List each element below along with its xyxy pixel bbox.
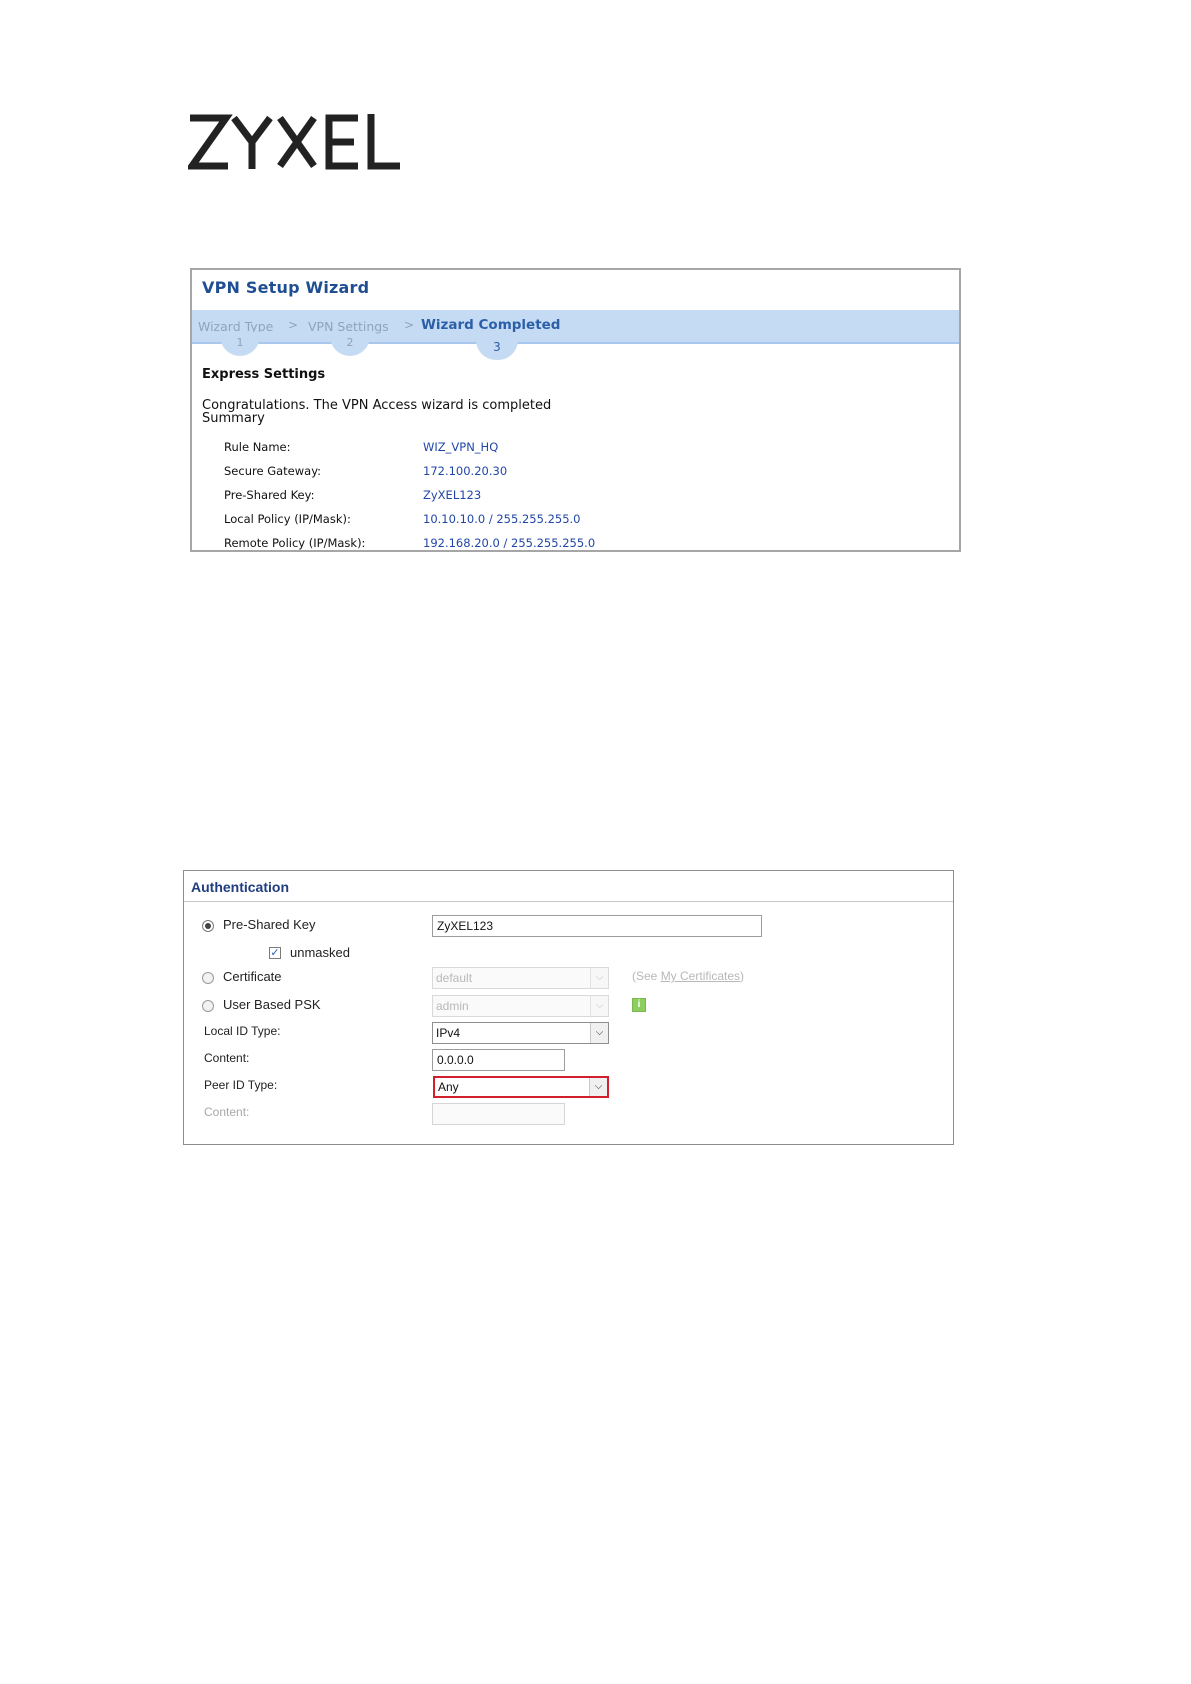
my-certificates-link[interactable]: My Certificates [661,969,740,983]
summary-label-remote-policy: Remote Policy (IP/Mask): [224,536,366,550]
user-based-psk-radio[interactable] [202,1000,214,1012]
step-number-1: 1 [220,332,260,356]
authentication-panel: Authentication Pre-Shared Key ZyXEL123 ✓… [183,870,954,1145]
summary-value-remote-policy: 192.168.20.0 / 255.255.255.0 [423,536,596,550]
local-id-type-label: Local ID Type: [204,1024,281,1038]
see-my-certificates: (See My Certificates) [632,969,744,983]
summary-value-local-policy: 10.10.10.0 / 255.255.255.0 [423,512,581,526]
chevron-down-icon: ⌵ [590,1023,608,1043]
vpn-setup-wizard-panel: VPN Setup Wizard Wizard Type > VPN Setti… [190,268,961,552]
summary-label: Summary [202,411,265,426]
step-wizard-completed: Wizard Completed [421,317,561,333]
peer-content-input[interactable] [432,1103,565,1125]
local-id-type-select[interactable]: IPv4 ⌵ [432,1022,609,1044]
summary-value-pre-shared-key: ZyXEL123 [423,488,482,502]
certificate-label: Certificate [223,969,282,984]
local-id-type-value: IPv4 [436,1026,461,1040]
content-input[interactable]: 0.0.0.0 [432,1049,565,1071]
express-settings-heading: Express Settings [202,367,326,382]
summary-value-rule-name: WIZ_VPN_HQ [423,440,499,454]
certificate-radio[interactable] [202,972,214,984]
info-icon[interactable]: i [632,998,646,1012]
summary-label-local-policy: Local Policy (IP/Mask): [224,512,351,526]
pre-shared-key-radio[interactable] [202,920,214,932]
certificate-select[interactable]: default ⌵ [432,967,609,989]
chevron-right-icon: > [404,318,415,332]
see-suffix: ) [740,969,745,983]
chevron-down-icon: ⌵ [590,968,608,988]
step-number-2: 2 [330,332,370,356]
step-number-3: 3 [476,332,518,360]
wizard-title: VPN Setup Wizard [202,278,370,297]
user-based-psk-label: User Based PSK [223,997,321,1012]
peer-id-type-select[interactable]: Any ⌵ [433,1076,609,1098]
summary-value-secure-gateway: 172.100.20.30 [423,464,508,478]
peer-id-type-value: Any [438,1080,459,1094]
summary-label-pre-shared-key: Pre-Shared Key: [224,488,315,502]
chevron-right-icon: > [288,318,299,332]
chevron-down-icon: ⌵ [590,996,608,1016]
summary-label-rule-name: Rule Name: [224,440,291,454]
unmasked-label: unmasked [290,945,350,960]
content-label: Content: [204,1051,250,1065]
certificate-select-value: default [436,971,473,985]
user-based-psk-select[interactable]: admin ⌵ [432,995,609,1017]
pre-shared-key-label: Pre-Shared Key [223,917,316,932]
wizard-step-bar: Wizard Type > VPN Settings > Wizard Comp… [192,310,959,344]
summary-label-secure-gateway: Secure Gateway: [224,464,322,478]
zyxel-logo [188,114,400,170]
peer-id-type-label: Peer ID Type: [204,1078,278,1092]
user-based-psk-select-value: admin [436,999,469,1013]
peer-content-label: Content: [204,1105,250,1119]
title-divider [184,901,953,902]
chevron-down-icon: ⌵ [589,1078,607,1096]
pre-shared-key-input[interactable]: ZyXEL123 [432,915,762,937]
authentication-title: Authentication [191,879,289,895]
unmasked-checkbox[interactable]: ✓ [269,947,281,959]
see-prefix: (See [632,969,661,983]
